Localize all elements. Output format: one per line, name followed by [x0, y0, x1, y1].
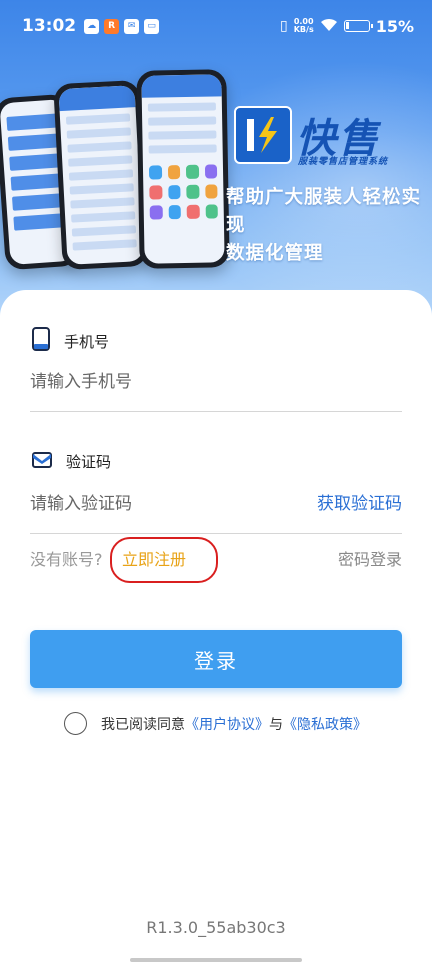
mock-row [13, 213, 67, 231]
mock-header [141, 74, 222, 98]
mock-row [148, 116, 217, 126]
status-time: 13:02 [22, 16, 77, 36]
app-logo-icon [234, 106, 292, 164]
phone-label: 手机号 [64, 332, 110, 351]
brand-subtitle: 服装零售店管理系统 [298, 157, 389, 167]
login-button[interactable]: 登录 [30, 630, 402, 688]
mock-icon [185, 164, 199, 179]
mock-row [71, 211, 136, 223]
mock-row [11, 193, 65, 211]
net-speed-unit: KB/s [293, 25, 314, 34]
mock-icon [186, 204, 200, 219]
phone-mockup-right [136, 69, 230, 269]
mock-icon [167, 185, 181, 200]
slogan-line-1: 帮助广大服装人轻松实现 [226, 187, 422, 236]
mock-row [147, 102, 216, 112]
vibrate-icon: ▯ [280, 18, 288, 34]
mock-icon-grid [143, 158, 224, 225]
phone-mockup-middle [53, 79, 149, 271]
mock-row [10, 173, 64, 191]
slogan: 帮助广大服装人轻松实现 数据化管理 [226, 184, 432, 268]
code-divider [30, 533, 402, 534]
network-speed: 0.00 KB/s [294, 18, 314, 34]
mock-icon [149, 185, 163, 200]
status-bar: 13:02 ☁ R ✉ ▭ ▯ 0.00 KB/s 15% [0, 0, 432, 52]
message-icon: ▭ [144, 18, 160, 34]
mock-row [67, 141, 132, 153]
agree-and: 与 [269, 716, 283, 733]
no-account-text: 没有账号? [30, 550, 103, 569]
mock-row [6, 113, 60, 131]
verification-code-input[interactable] [30, 482, 290, 526]
phone-divider [30, 411, 402, 412]
status-right: ▯ 0.00 KB/s 15% [280, 17, 414, 36]
mock-icon [186, 184, 200, 199]
mock-icon [167, 165, 181, 180]
phone-label-row: 手机号 [32, 327, 109, 355]
code-label: 验证码 [66, 453, 112, 471]
mock-row [148, 130, 217, 140]
agree-radio[interactable] [64, 712, 87, 735]
mock-icon [148, 165, 162, 180]
app-notification-icon: R [104, 18, 120, 34]
privacy-policy-link[interactable]: 《隐私政策》 [283, 714, 367, 734]
mock-row [65, 113, 131, 125]
home-indicator[interactable] [130, 958, 302, 962]
app-version: R1.3.0_55ab30c3 [146, 918, 286, 937]
agree-prefix: 我已阅读同意 [101, 716, 185, 733]
user-agreement-link[interactable]: 《用户协议》 [185, 714, 269, 734]
wifi-icon [320, 17, 338, 36]
mail-icon: ✉ [124, 18, 140, 34]
phone-input[interactable] [30, 360, 402, 404]
mock-row [68, 155, 133, 167]
mock-row [9, 153, 63, 171]
mail-envelope-icon [32, 451, 52, 472]
agreement-row: 我已阅读同意 《用户协议》 与 《隐私政策》 [64, 712, 367, 735]
mock-row [70, 197, 135, 209]
password-login-link[interactable]: 密码登录 [338, 546, 402, 570]
mock-row [71, 225, 137, 237]
mock-icon [204, 184, 218, 199]
mock-row [69, 183, 134, 195]
mock-icon [205, 204, 218, 219]
register-link[interactable]: 立即注册 [122, 546, 186, 570]
header-banner: 13:02 ☁ R ✉ ▭ ▯ 0.00 KB/s 15% 快售 服装零售店管理… [0, 0, 432, 330]
get-code-button[interactable]: 获取验证码 [317, 489, 402, 514]
mock-icon [204, 164, 218, 179]
code-label-row: 验证码 [32, 451, 111, 472]
phone-icon [32, 327, 50, 355]
slogan-line-2: 数据化管理 [226, 243, 324, 264]
phone-screen [58, 85, 144, 265]
phone-screen [141, 74, 225, 264]
mock-icon [168, 205, 181, 220]
mock-row [7, 133, 61, 151]
battery-fill [345, 22, 349, 29]
mock-row [68, 169, 134, 181]
mock-row [148, 144, 217, 154]
mock-icon [149, 205, 163, 220]
battery-icon [343, 20, 373, 32]
mock-row [72, 239, 137, 251]
mock-header [58, 85, 136, 112]
mock-row [66, 127, 131, 139]
cloud-app-icon: ☁ [84, 18, 100, 34]
battery-percent: 15% [375, 16, 414, 36]
